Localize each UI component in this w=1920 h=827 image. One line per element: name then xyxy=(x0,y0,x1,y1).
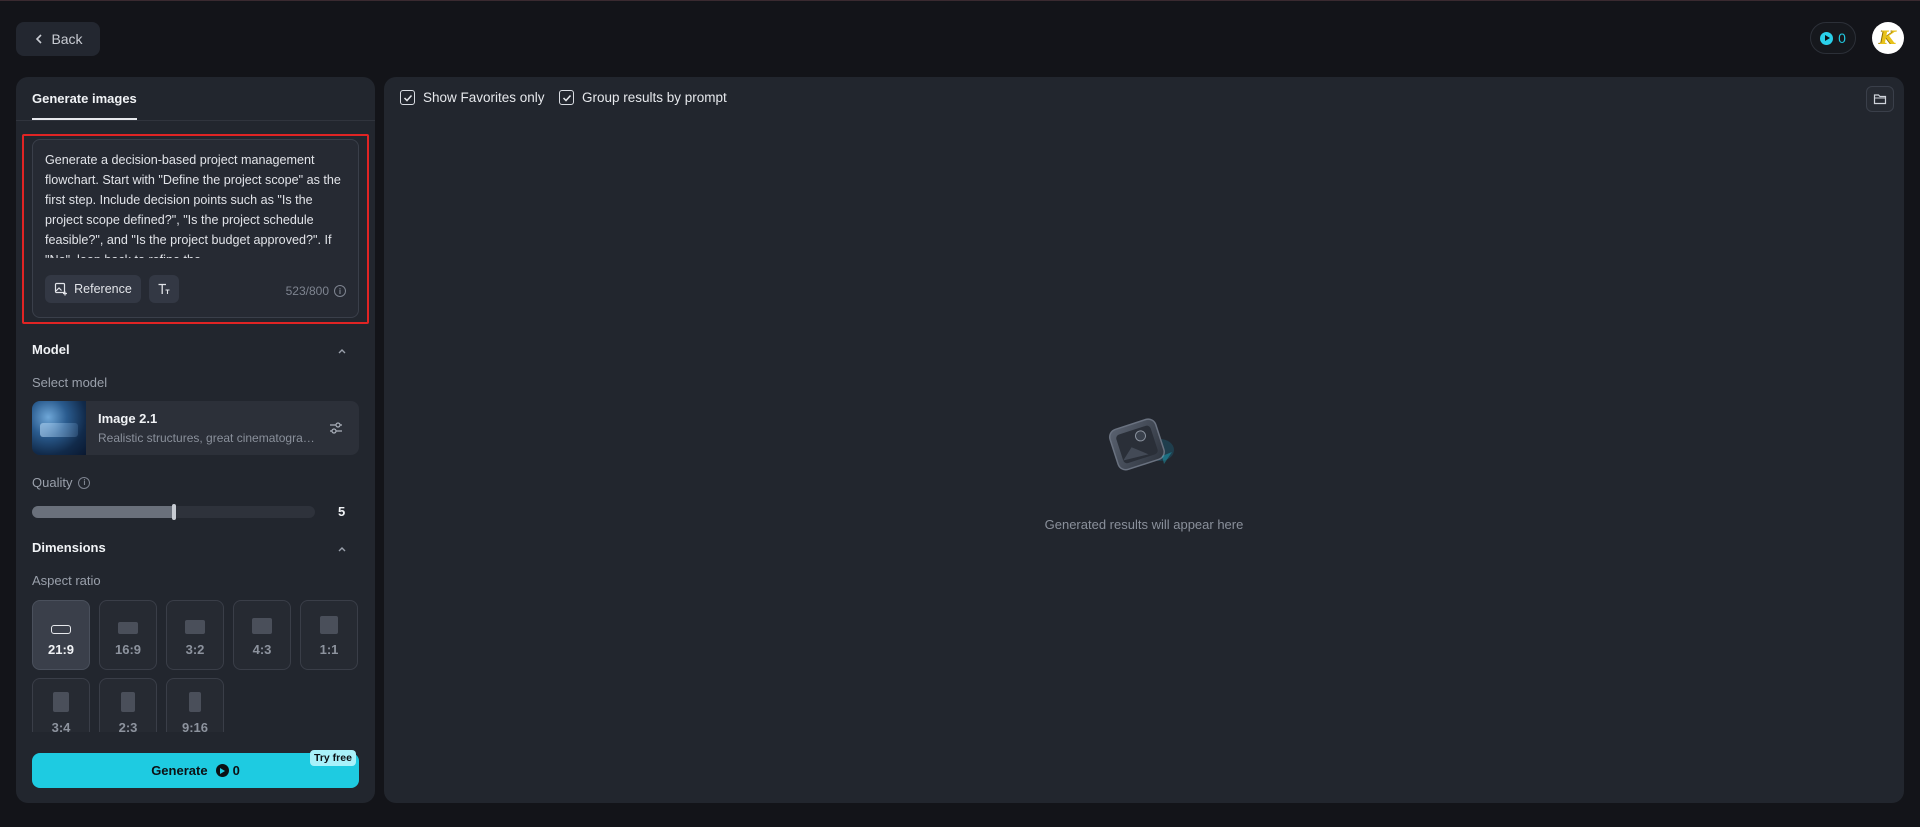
group-by-prompt-checkbox[interactable]: Group results by prompt xyxy=(559,90,727,105)
aspect-ratio-shape xyxy=(118,622,138,634)
aspect-ratio-label: 3:4 xyxy=(51,720,71,732)
quality-slider-fill xyxy=(32,506,173,518)
aspect-ratio-option[interactable]: 1:1 xyxy=(300,600,358,670)
show-favorites-checkbox[interactable]: Show Favorites only xyxy=(400,90,545,105)
aspect-ratio-grid: 21:9 16:9 3:2 4:3 1:1 3:4 2:3 9:16 xyxy=(16,600,375,732)
aspect-ratio-shape xyxy=(252,618,272,634)
credits-badge[interactable]: 0 xyxy=(1810,22,1856,54)
aspect-ratio-shape xyxy=(189,692,201,712)
avatar[interactable]: K xyxy=(1872,22,1904,54)
reference-button[interactable]: Reference xyxy=(45,275,141,303)
aspect-ratio-label: 4:3 xyxy=(252,642,272,657)
aspect-ratio-option[interactable]: 21:9 xyxy=(32,600,90,670)
quality-label: Quality i xyxy=(32,475,91,490)
try-free-badge: Try free xyxy=(310,750,356,766)
aspect-ratio-label: 1:1 xyxy=(319,642,339,657)
quality-slider-thumb[interactable] xyxy=(171,504,176,520)
aspect-ratio-label: 2:3 xyxy=(118,720,138,732)
select-model-label: Select model xyxy=(32,375,108,390)
generate-panel: Generate images Generate a decision-base… xyxy=(16,77,375,803)
aspect-ratio-label: 21:9 xyxy=(47,642,75,657)
model-description: Realistic structures, great cinematograp… xyxy=(98,431,320,445)
credits-count: 0 xyxy=(1838,30,1846,46)
aspect-ratio-label: Aspect ratio xyxy=(32,573,101,588)
aspect-ratio-shape xyxy=(53,692,69,712)
tab-generate-images[interactable]: Generate images xyxy=(32,91,137,120)
aspect-ratio-option[interactable]: 9:16 xyxy=(166,678,224,732)
aspect-ratio-shape xyxy=(185,620,205,634)
tab-bar: Generate images xyxy=(16,77,375,121)
folder-icon xyxy=(1873,94,1887,105)
chevron-up-icon[interactable] xyxy=(336,345,348,357)
back-label: Back xyxy=(51,31,83,47)
aspect-ratio-option[interactable]: 2:3 xyxy=(99,678,157,732)
dimensions-section-title: Dimensions xyxy=(32,540,106,555)
model-section-title: Model xyxy=(32,342,70,357)
chevron-left-icon xyxy=(36,34,43,44)
quality-info-icon[interactable]: i xyxy=(78,476,91,489)
aspect-ratio-label: 3:2 xyxy=(185,642,205,657)
coin-icon xyxy=(215,764,229,777)
model-thumbnail xyxy=(32,401,86,455)
chevron-up-icon[interactable] xyxy=(336,543,348,555)
model-selector[interactable]: Image 2.1 Realistic structures, great ci… xyxy=(32,401,359,455)
prompt-input[interactable]: Generate a decision-based project manage… xyxy=(45,150,345,258)
checkbox-checked-icon xyxy=(559,90,574,105)
aspect-ratio-option[interactable]: 3:2 xyxy=(166,600,224,670)
aspect-ratio-option[interactable]: 3:4 xyxy=(32,678,90,732)
aspect-ratio-option[interactable]: 4:3 xyxy=(233,600,291,670)
reference-label: Reference xyxy=(74,282,132,296)
aspect-ratio-shape xyxy=(320,616,338,634)
group-by-prompt-label: Group results by prompt xyxy=(582,90,727,105)
back-button[interactable]: Back xyxy=(16,22,100,56)
quality-label-text: Quality xyxy=(32,475,73,490)
checkbox-checked-icon xyxy=(400,90,415,105)
generate-label: Generate xyxy=(151,763,208,778)
prompt-box: Generate a decision-based project manage… xyxy=(32,139,359,318)
settings-sliders-icon[interactable] xyxy=(328,420,344,436)
empty-gallery-icon xyxy=(1108,418,1174,471)
info-icon[interactable]: i xyxy=(334,285,346,297)
quality-value: 5 xyxy=(338,504,346,519)
image-add-icon xyxy=(55,282,68,296)
aspect-ratio-shape xyxy=(51,625,71,634)
aspect-ratio-option[interactable]: 16:9 xyxy=(99,600,157,670)
text-size-icon xyxy=(158,283,170,294)
model-name: Image 2.1 xyxy=(98,411,158,426)
show-favorites-label: Show Favorites only xyxy=(423,90,545,105)
generate-cost: 0 xyxy=(232,763,240,778)
coin-icon xyxy=(1820,31,1834,45)
aspect-ratio-label: 9:16 xyxy=(181,720,209,732)
avatar-letter: K xyxy=(1879,27,1897,49)
char-count: 523/800 i xyxy=(286,284,346,298)
results-panel: Show Favorites only Group results by pro… xyxy=(384,77,1904,803)
char-count-value: 523/800 xyxy=(285,284,329,298)
folder-button[interactable] xyxy=(1866,86,1894,112)
aspect-ratio-shape xyxy=(121,692,135,712)
aspect-ratio-label: 16:9 xyxy=(114,642,142,657)
top-border xyxy=(0,0,1920,1)
text-format-button[interactable] xyxy=(149,275,179,303)
empty-state-message: Generated results will appear here xyxy=(1044,517,1244,532)
